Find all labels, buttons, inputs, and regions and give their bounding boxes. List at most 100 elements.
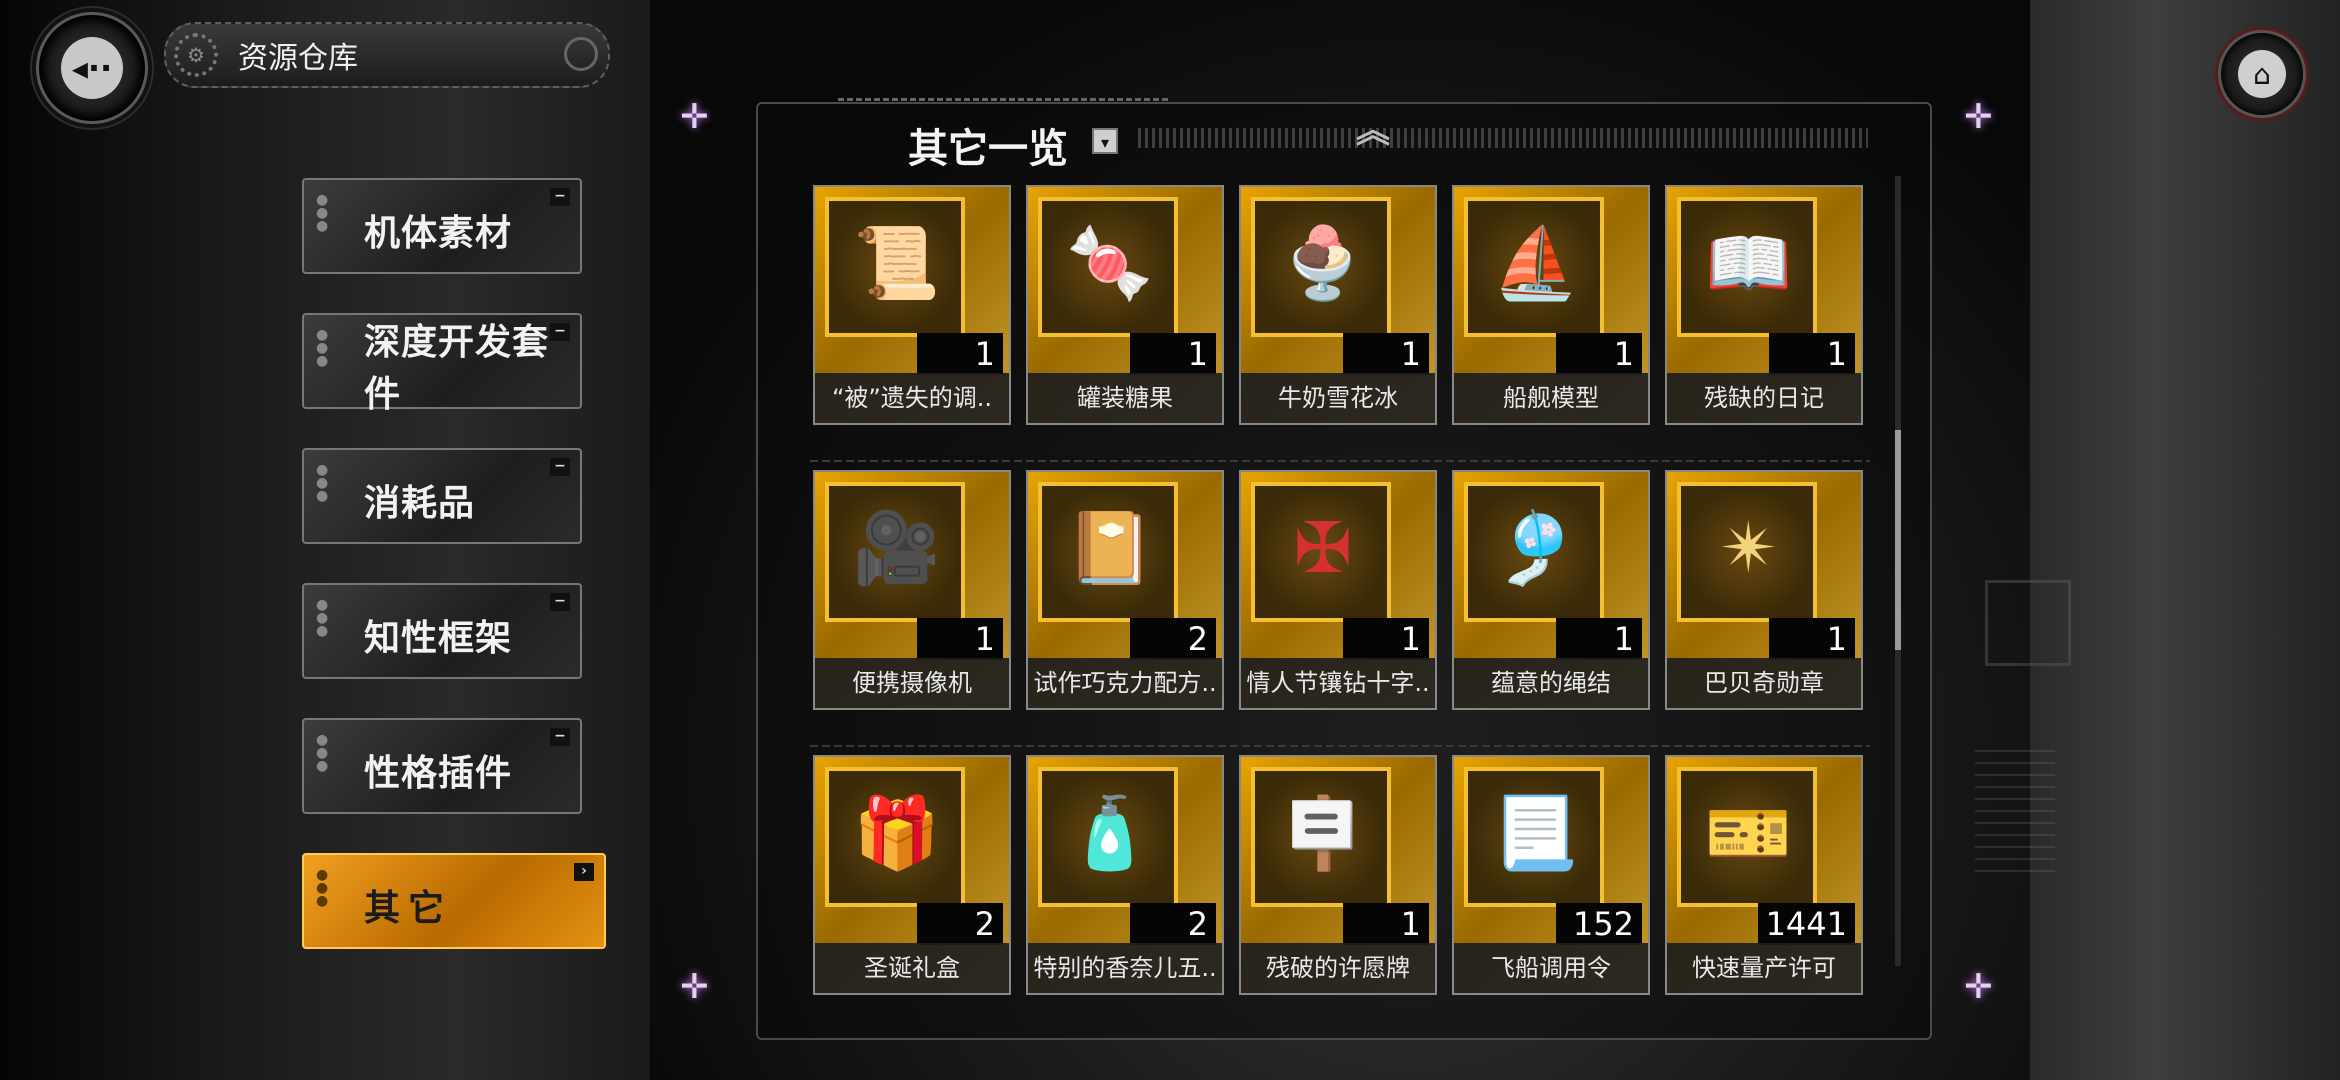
item-name: 试作巧克力配方.. [1028,658,1222,708]
item-quantity: 1 [1130,333,1216,375]
category-tab-plugins[interactable]: ● ● ● 性格插件 − [302,718,582,814]
item-icon: 📜 [853,222,941,304]
item-icon: ✴ [1719,507,1779,589]
item-icon: 🧴 [1066,792,1154,874]
item-quantity: 1 [1343,333,1429,375]
item-card[interactable]: 🍨 1 牛奶雪花冰 [1239,185,1437,425]
item-icon: 🪧 [1279,792,1367,874]
item-icon: 🎥 [853,507,941,589]
dots-decoration-icon: ● ● ● [316,327,329,369]
category-tab-materials[interactable]: ● ● ● 机体素材 − [302,178,582,274]
item-quantity: 1441 [1757,903,1855,945]
item-icon: 📔 [1066,507,1154,589]
background-decoration-text [1975,750,2055,880]
section-divider [1138,128,1868,148]
item-name: 蕴意的绳结 [1454,658,1648,708]
background-decoration [1985,580,2071,666]
scrollbar-thumb[interactable] [1895,430,1901,650]
dropdown-toggle-icon[interactable]: ▾ [1092,128,1118,154]
item-icon: 📃 [1492,792,1580,874]
item-quantity: 1 [1556,618,1642,660]
item-card[interactable]: 📔 2 试作巧克力配方.. [1026,470,1224,710]
item-card[interactable]: 🍬 1 罐装糖果 [1026,185,1224,425]
category-label: 机体素材 [364,212,513,254]
item-icon: 🍬 [1066,222,1154,304]
dots-decoration-icon: ● ● ● [316,462,329,504]
item-quantity: 1 [917,618,1003,660]
chevron-up-icon[interactable]: ︽ [1356,114,1390,148]
panel-decoration [838,98,1168,113]
item-icon: ✠ [1293,507,1353,589]
sparkle-icon: ✛ [1964,967,1993,1007]
dots-decoration-icon: ● ● ● [316,192,329,234]
category-tab-dev-kits[interactable]: ● ● ● 深度开发套件 − [302,313,582,415]
item-name: 残缺的日记 [1667,373,1861,423]
category-label: 深度开发套件 [364,321,550,415]
header-bar: ⚙ 资源仓库 [164,22,610,88]
item-card[interactable]: 🎫 1441 快速量产许可 [1665,755,1863,995]
category-label: 其它 [364,887,453,929]
collapse-icon: − [550,323,570,341]
category-label: 知性框架 [364,617,513,659]
sparkle-icon: ✛ [680,97,709,137]
item-name: 便携摄像机 [815,658,1009,708]
item-card[interactable]: 📖 1 残缺的日记 [1665,185,1863,425]
item-card[interactable]: 🎥 1 便携摄像机 [813,470,1011,710]
back-arrow-icon: ◂·· [61,37,123,99]
sparkle-icon: ✛ [680,967,709,1007]
item-name: 牛奶雪花冰 [1241,373,1435,423]
item-quantity: 2 [1130,618,1216,660]
category-label: 消耗品 [364,482,476,524]
section-title: 其它一览 [908,125,1068,172]
item-quantity: 1 [1343,903,1429,945]
item-card[interactable]: 🪧 1 残破的许愿牌 [1239,755,1437,995]
item-card[interactable]: ✴ 1 巴贝奇勋章 [1665,470,1863,710]
collapse-icon: − [550,458,570,476]
category-tab-consumables[interactable]: ● ● ● 消耗品 − [302,448,582,544]
category-tab-other[interactable]: ● ● ● 其它 › [302,853,606,949]
collapse-icon: − [550,593,570,611]
collapse-icon: − [550,728,570,746]
dots-decoration-icon: ● ● ● [316,867,329,909]
sparkle-icon: ✛ [1964,97,1993,137]
item-card[interactable]: ⛵ 1 船舰模型 [1452,185,1650,425]
item-card[interactable]: 🎁 2 圣诞礼盒 [813,755,1011,995]
item-card[interactable]: 📃 152 飞船调用令 [1452,755,1650,995]
chevron-right-icon: › [574,863,594,881]
back-button[interactable]: ◂·· [36,12,148,124]
row-divider [810,460,1870,462]
background-right [2030,0,2340,1080]
dots-decoration-icon: ● ● ● [316,732,329,774]
item-quantity: 1 [1769,618,1855,660]
item-quantity: 152 [1556,903,1642,945]
item-name: “被”遗失的调.. [815,373,1009,423]
item-card[interactable]: 🎐 1 蕴意的绳结 [1452,470,1650,710]
item-card[interactable]: 🧴 2 特别的香奈儿五.. [1026,755,1224,995]
collapse-icon: − [550,188,570,206]
category-label: 性格插件 [364,752,513,794]
dots-decoration-icon: ● ● ● [316,597,329,639]
gear-icon: ⚙ [174,33,218,77]
item-icon: 🎫 [1705,792,1793,874]
home-button[interactable]: ⌂ [2218,30,2306,118]
item-quantity: 1 [1343,618,1429,660]
item-icon: 📖 [1705,222,1793,304]
item-card[interactable]: 📜 1 “被”遗失的调.. [813,185,1011,425]
item-quantity: 1 [1556,333,1642,375]
item-quantity: 1 [917,333,1003,375]
item-quantity: 1 [1769,333,1855,375]
ring-decoration-icon [564,37,598,71]
item-icon: 🎁 [853,792,941,874]
item-name: 残破的许愿牌 [1241,943,1435,993]
item-name: 罐装糖果 [1028,373,1222,423]
item-name: 情人节镶钻十字.. [1241,658,1435,708]
item-name: 飞船调用令 [1454,943,1648,993]
item-icon: ⛵ [1492,222,1580,304]
category-tab-frameworks[interactable]: ● ● ● 知性框架 − [302,583,582,679]
item-name: 圣诞礼盒 [815,943,1009,993]
item-quantity: 2 [917,903,1003,945]
item-card[interactable]: ✠ 1 情人节镶钻十字.. [1239,470,1437,710]
home-icon: ⌂ [2238,50,2286,98]
page-title: 资源仓库 [238,41,358,76]
item-name: 巴贝奇勋章 [1667,658,1861,708]
